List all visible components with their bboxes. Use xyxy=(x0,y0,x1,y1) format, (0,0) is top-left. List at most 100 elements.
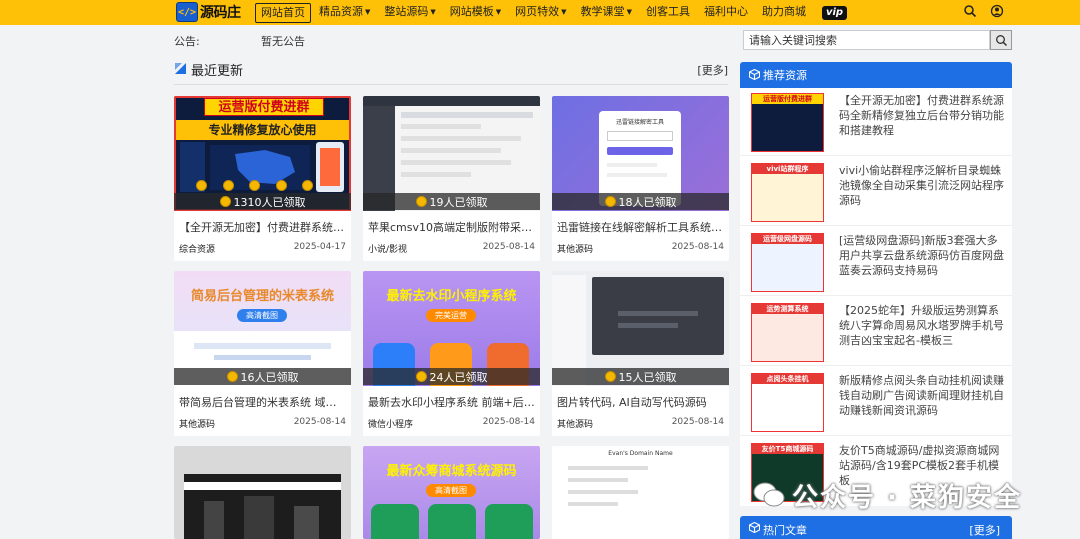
list-item[interactable]: 点阅头条挂机 新版精修点阅头条自动挂机阅读赚钱自动刷广告阅读新闻理财挂机自动赚钱… xyxy=(740,368,1012,436)
recommended-list: 运营版付费进群 【全开源无加密】付费进群系统源码全新精修复独立后台带分销功能和搭… xyxy=(740,88,1012,506)
nav-item[interactable]: 创客工具 xyxy=(640,3,696,23)
thumb-button: 高清截图 xyxy=(426,484,476,497)
nav-item[interactable]: 助力商城 xyxy=(756,3,812,23)
claim-count: 16人已领取 xyxy=(240,370,299,384)
item-title[interactable]: vivi小偷站群程序泛解析目录蜘蛛池镜像全自动采集引流泛网站程序源码 xyxy=(839,163,1004,208)
card-date: 2025-08-14 xyxy=(671,417,724,427)
card-title[interactable]: 图片转代码, AI自动写代码源码 xyxy=(557,394,724,410)
card-date: 2025-08-14 xyxy=(671,242,724,252)
search-icon[interactable] xyxy=(963,3,977,19)
list-item[interactable]: vivi站群程序 vivi小偷站群程序泛解析目录蜘蛛池镜像全自动采集引流泛网站程… xyxy=(740,158,1012,226)
nav-item[interactable]: 福利中心 xyxy=(698,3,754,23)
nav-item-label: 创客工具 xyxy=(645,4,690,18)
card-title[interactable]: 带简易后台管理的米表系统 域名... xyxy=(179,394,346,410)
card-category[interactable]: 小说/影视 xyxy=(368,242,407,255)
thumb-button: 完美运营 xyxy=(426,309,476,322)
card-thumbnail: Evan's Domain Name xyxy=(552,446,729,539)
nav-item-label: 网页特效 xyxy=(515,4,560,18)
chevron-down-icon: ▼ xyxy=(626,7,632,16)
user-icon[interactable] xyxy=(990,3,1004,19)
nav-item[interactable]: 精品资源 ▼ xyxy=(313,3,376,23)
resource-card[interactable]: 迅雷链接解密工具 18人已领取 迅雷链接在线解密解析工具系统源... 其他源码 … xyxy=(552,96,729,261)
cube-icon xyxy=(175,63,186,74)
nav-item[interactable]: 教学课堂 ▼ xyxy=(575,3,638,23)
card-title[interactable]: 最新去水印小程序系统 前端+后端... xyxy=(368,394,535,410)
claim-count: 18人已领取 xyxy=(618,195,677,209)
site-name: 源码庄 xyxy=(200,5,241,21)
card-title[interactable]: 迅雷链接在线解密解析工具系统源... xyxy=(557,219,724,235)
top-navbar: </> 源码庄 网站首页 精品资源 ▼ 整站源码 ▼ 网站模板 ▼ 网页特效 ▼ 教学课堂 ▼ 创客工… xyxy=(0,0,1080,25)
claim-count-bar: 15人已领取 xyxy=(552,368,729,385)
card-thumbnail: 最新众筹商城系统源码 高清截图 xyxy=(363,446,540,539)
claim-count-bar: 24人已领取 xyxy=(363,368,540,385)
resource-card[interactable] xyxy=(174,446,351,539)
card-date: 2025-08-14 xyxy=(482,242,535,252)
nav-item[interactable]: 网页特效 ▼ xyxy=(509,3,572,23)
item-title[interactable]: [运营级网盘源码]新版3套强大多用户共享云盘系统源码仿百度网盘蓝奏云源码支持易码 xyxy=(839,233,1004,278)
card-category[interactable]: 微信小程序 xyxy=(368,417,413,430)
claim-count-bar: 1310人已领取 xyxy=(174,193,351,210)
card-title[interactable]: 【全开源无加密】付费进群系统源码... xyxy=(179,219,346,235)
nav-item-label: 助力商城 xyxy=(761,4,806,18)
search-icon xyxy=(995,34,1007,46)
coin-icon xyxy=(219,196,231,207)
recommended-title: 推荐资源 xyxy=(763,69,807,82)
thumb-banner: 最新去水印小程序系统 xyxy=(386,289,517,304)
resource-card[interactable]: 最新众筹商城系统源码 高清截图 xyxy=(363,446,540,539)
coin-icon xyxy=(415,371,427,382)
card-date: 2025-08-14 xyxy=(482,417,535,427)
resource-card[interactable]: Evan's Domain Name xyxy=(552,446,729,539)
claim-count: 1310人已领取 xyxy=(233,195,306,209)
chevron-down-icon: ▼ xyxy=(495,7,502,16)
item-title[interactable]: 【2025蛇年】升级版运势测算系统八字算命周易风水塔罗牌手机号测吉凶宝宝起名-模… xyxy=(839,303,1004,348)
card-category[interactable]: 其他源码 xyxy=(557,417,593,430)
nav-item[interactable]: 整站源码 ▼ xyxy=(378,3,441,23)
resource-card[interactable]: 最新去水印小程序系统 完美运营 24人已领取 最新去水印小程序系统 前端+后端.… xyxy=(363,271,540,436)
site-logo[interactable]: </> 源码庄 xyxy=(176,1,241,23)
vip-badge[interactable]: vip xyxy=(821,5,848,20)
panel-title: Evan's Domain Name xyxy=(608,450,673,457)
thumb-banner: 简易后台管理的米表系统 xyxy=(190,289,334,304)
list-item[interactable]: 运营版付费进群 【全开源无加密】付费进群系统源码全新精修复独立后台带分销功能和搭… xyxy=(740,88,1012,156)
item-thumbnail: 运营版付费进群 xyxy=(751,93,824,152)
nav-item-label: 网站模板 xyxy=(449,4,494,18)
cube-icon xyxy=(749,522,760,533)
more-link[interactable]: [更多] xyxy=(697,62,728,78)
card-category[interactable]: 综合资源 xyxy=(179,242,215,255)
chevron-down-icon: ▼ xyxy=(430,7,436,16)
resource-card[interactable]: 运营版付费进群 专业精修复放心使用 1310人已领取 【全开源无加密】付费进群系… xyxy=(174,96,351,261)
resource-card[interactable]: 15人已领取 图片转代码, AI自动写代码源码 其他源码 2025-08-14 xyxy=(552,271,729,436)
nav-item-label: 福利中心 xyxy=(703,4,748,18)
nav-item-label: 精品资源 xyxy=(319,4,363,18)
nav-item[interactable]: 网站模板 ▼ xyxy=(444,3,507,23)
resource-card[interactable]: 19人已领取 苹果cmsv10高端定制版附带采集... 小说/影视 2025-0… xyxy=(363,96,540,261)
search-button[interactable] xyxy=(990,30,1012,50)
search-input[interactable] xyxy=(743,30,990,50)
notice-label: 公告: xyxy=(174,35,200,48)
card-category[interactable]: 其他源码 xyxy=(557,242,593,255)
coin-icon xyxy=(415,196,427,207)
claim-count: 19人已领取 xyxy=(429,195,488,209)
card-date: 2025-04-17 xyxy=(293,242,346,252)
watermark-text: 公众号 · 菜狗安全 xyxy=(792,482,1022,513)
hot-articles-title: 热门文章 xyxy=(763,524,807,537)
card-category[interactable]: 其他源码 xyxy=(179,417,215,430)
item-title[interactable]: 新版精修点阅头条自动挂机阅读赚钱自动刷广告阅读新闻理财挂机自动赚钱新闻资讯源码 xyxy=(839,373,1004,418)
list-item[interactable]: 运营级网盘源码 [运营级网盘源码]新版3套强大多用户共享云盘系统源码仿百度网盘蓝… xyxy=(740,228,1012,296)
resource-card[interactable]: 简易后台管理的米表系统 高清截图 16人已领取 带简易后台管理的米表系统 域名.… xyxy=(174,271,351,436)
claim-count-bar: 19人已领取 xyxy=(363,193,540,210)
thumb-button: 高清截图 xyxy=(237,309,287,322)
recommended-header: 推荐资源 xyxy=(740,62,1012,88)
more-link[interactable]: [更多] xyxy=(969,522,1000,538)
coin-icon xyxy=(604,371,616,382)
claim-count-bar: 16人已领取 xyxy=(174,368,351,385)
item-thumbnail: 运势测算系统 xyxy=(751,303,824,362)
nav-item[interactable]: 网站首页 xyxy=(255,2,311,23)
panel-title: 迅雷链接解密工具 xyxy=(615,119,664,126)
thumb-banner: 运营版付费进群 xyxy=(204,98,324,116)
section-title: 最近更新 xyxy=(191,64,244,79)
list-item[interactable]: 运势测算系统 【2025蛇年】升级版运势测算系统八字算命周易风水塔罗牌手机号测吉… xyxy=(740,298,1012,366)
card-title[interactable]: 苹果cmsv10高端定制版附带采集... xyxy=(368,219,535,235)
item-title[interactable]: 【全开源无加密】付费进群系统源码全新精修复独立后台带分销功能和搭建教程 xyxy=(839,93,1004,138)
item-thumbnail: vivi站群程序 xyxy=(751,163,824,222)
